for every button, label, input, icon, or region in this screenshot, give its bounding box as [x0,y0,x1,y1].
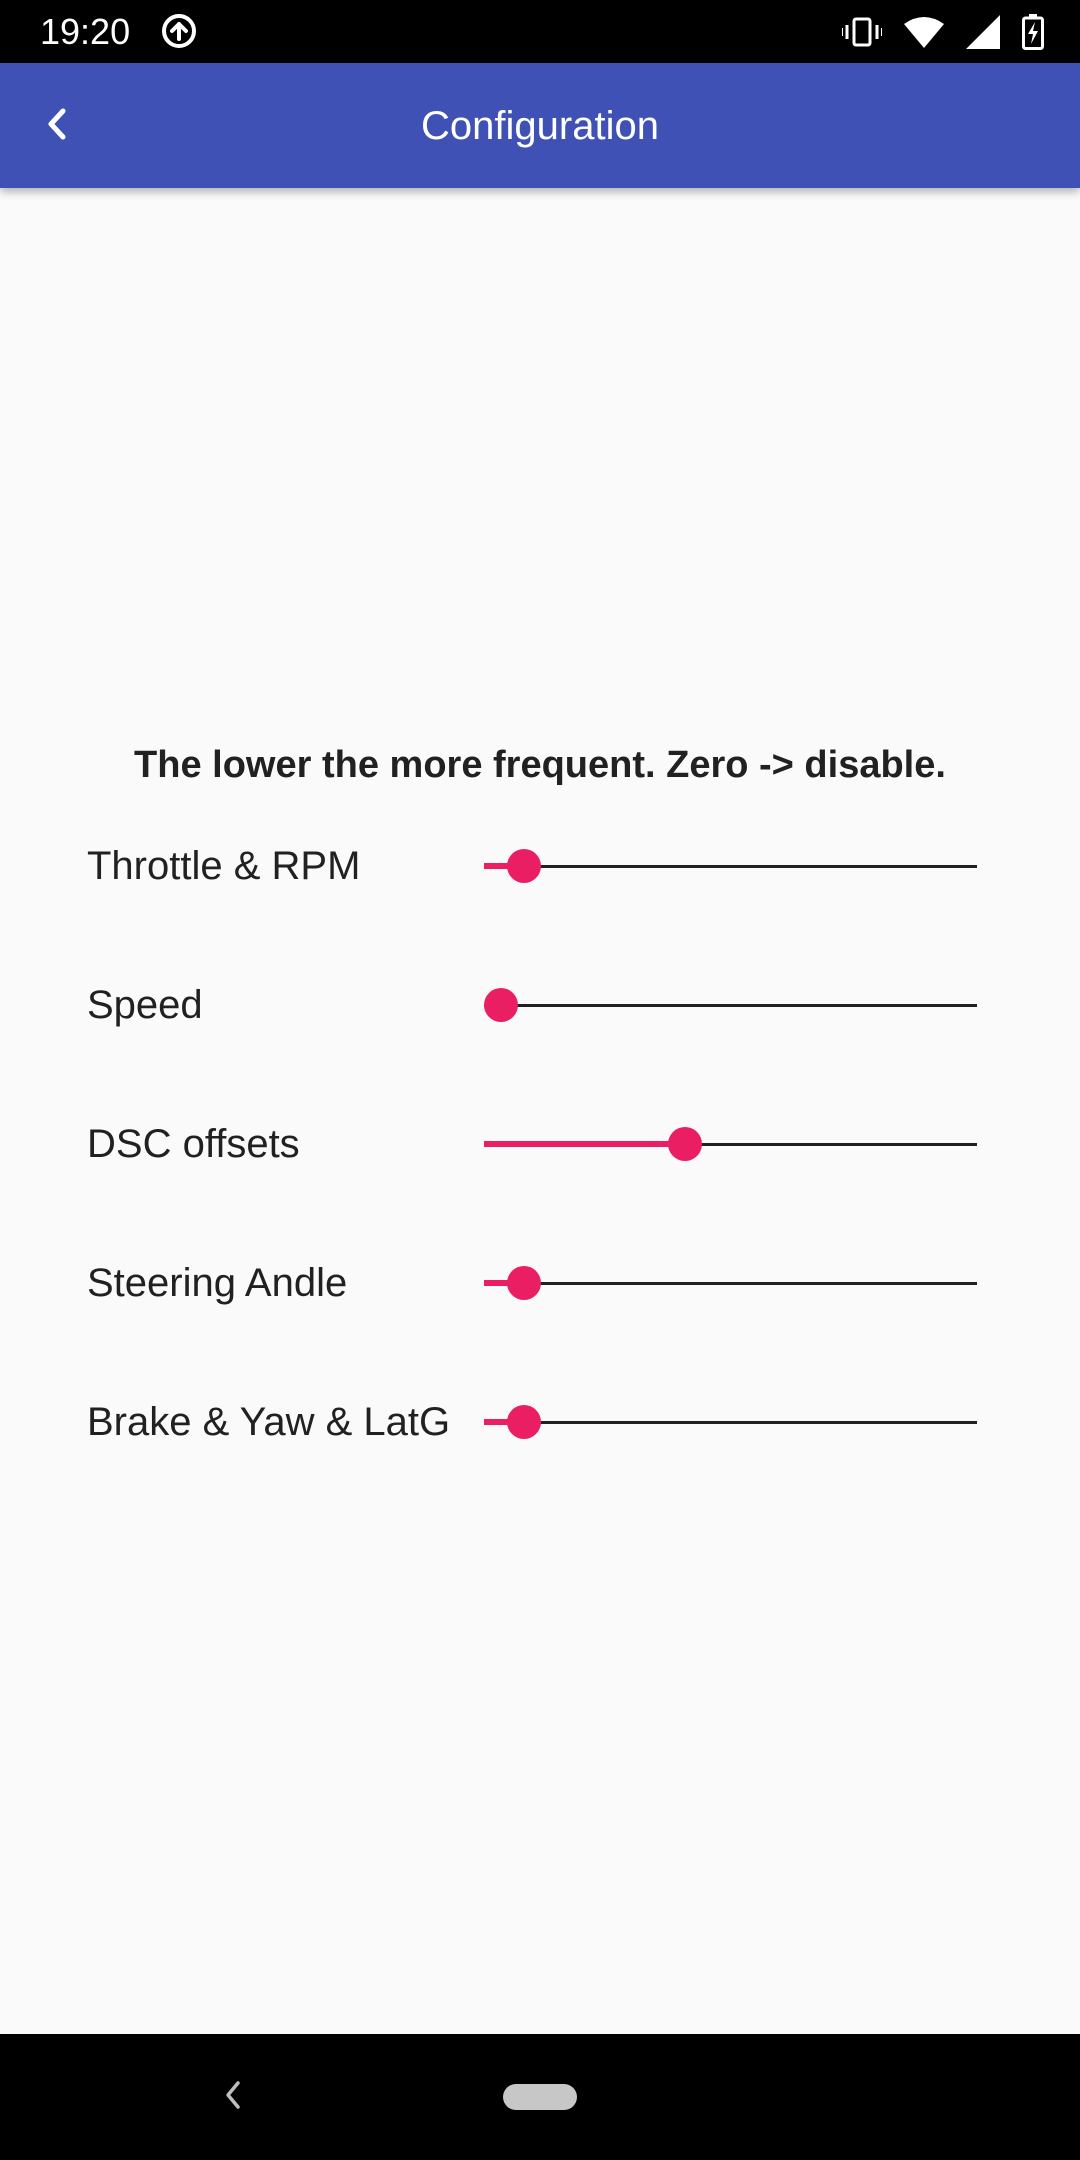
page-title: Configuration [421,104,659,148]
dsc-offsets-slider[interactable] [484,1104,977,1184]
slider-track [484,1004,977,1007]
setting-label: Brake & Yaw & LatG [87,1400,451,1444]
wifi-icon [904,16,944,48]
signal-icon [966,15,1000,49]
setting-row-throttle-rpm: Throttle & RPM [0,826,1080,906]
slider-thumb[interactable] [506,1405,541,1439]
throttle-rpm-slider[interactable] [484,826,977,906]
steering-angle-slider[interactable] [484,1243,977,1323]
slider-track [484,1421,977,1424]
nav-back-button[interactable] [210,2074,256,2120]
app-bar: Configuration [0,63,1080,188]
setting-label: Speed [87,983,203,1027]
slider-thumb[interactable] [667,1127,702,1161]
data-saver-icon [160,12,198,50]
frequency-hint: The lower the more frequent. Zero -> dis… [134,744,946,786]
slider-track [484,865,977,868]
vibrate-icon [842,17,882,47]
home-pill-icon[interactable] [503,2084,577,2110]
setting-label: DSC offsets [87,1122,300,1166]
setting-row-speed: Speed [0,965,1080,1045]
slider-thumb[interactable] [506,1266,541,1300]
nav-back-icon [221,2078,245,2117]
slider-track [484,1282,977,1285]
setting-label: Steering Andle [87,1261,348,1305]
setting-row-steering-angle: Steering Andle [0,1243,1080,1323]
screen: 19:20 Configuration The lower the more f… [0,0,1080,2160]
slider-thumb[interactable] [484,988,518,1022]
status-bar: 19:20 [0,0,1080,63]
slider-fill [484,1141,685,1147]
status-icons [842,12,1044,52]
slider-thumb[interactable] [506,849,541,883]
brake-yaw-latg-slider[interactable] [484,1382,977,1462]
battery-charging-icon [1022,14,1044,50]
setting-label: Throttle & RPM [87,844,361,888]
speed-slider[interactable] [484,965,977,1045]
setting-row-dsc-offsets: DSC offsets [0,1104,1080,1184]
status-time: 19:20 [40,11,131,52]
navigation-bar [0,2034,1080,2160]
setting-row-brake-yaw-latg: Brake & Yaw & LatG [0,1382,1080,1462]
